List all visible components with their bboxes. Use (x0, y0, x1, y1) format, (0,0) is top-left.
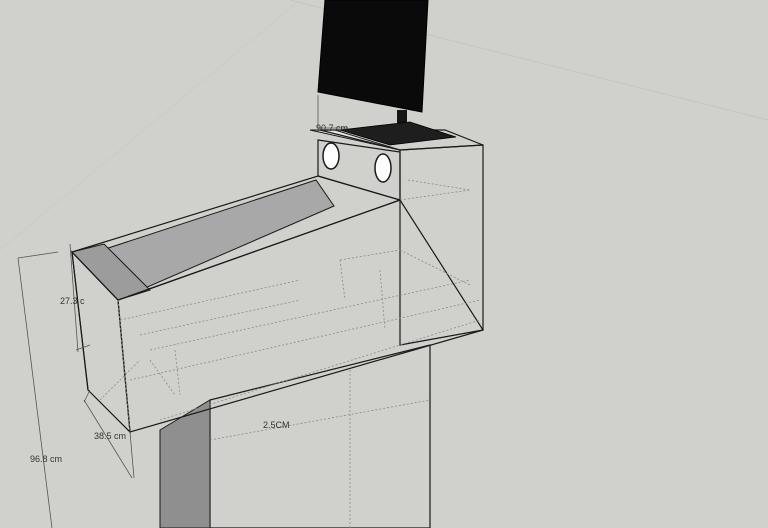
bottom-depth-label: 38.5 cm (94, 431, 126, 441)
sketchup-viewport[interactable]: 90.7 cm 27.3 c 38.5 cm 96.8 cm 2.5CM (0, 0, 768, 528)
speaker-panel[interactable] (317, 139, 401, 201)
side-depth-label: 27.3 c (60, 296, 85, 306)
speaker-hole-right-icon (374, 153, 392, 183)
pedestal[interactable] (159, 344, 431, 528)
speaker-hole-left-icon (322, 142, 340, 170)
playfield-body[interactable] (70, 175, 484, 434)
monitor-width-label: 90.7 cm (316, 123, 348, 133)
total-height-label: 96.8 cm (30, 454, 62, 464)
pedestal-label: 2.5CM (263, 420, 290, 430)
